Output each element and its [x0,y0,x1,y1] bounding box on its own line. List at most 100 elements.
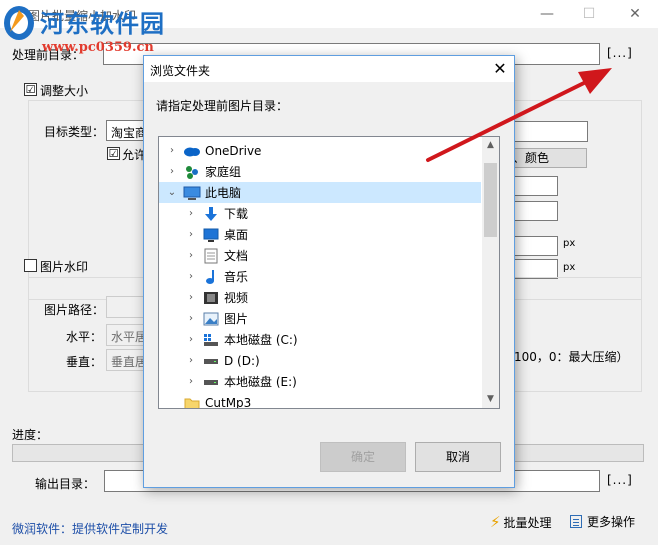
watermark-checkbox[interactable] [24,259,37,272]
compress-hint: 100，0：最大压缩） [514,350,629,364]
computer-icon [183,185,201,201]
chevron-right-icon[interactable]: › [184,376,198,387]
tree-item[interactable]: › 家庭组 [159,161,481,182]
more-button-label: 更多操作 [587,515,636,529]
tree-item-label: 图片 [224,312,249,326]
homegroup-icon [183,164,201,180]
tree-item[interactable]: ⌄ 此电脑 [159,182,481,203]
chevron-down-icon[interactable]: ⌄ [165,187,179,198]
vertical-select[interactable]: 垂直居 [106,349,146,371]
tree-item-label: 文档 [224,249,249,263]
target-type-select[interactable]: 淘宝商 [106,120,146,141]
source-browse-button[interactable]: [...] [607,46,633,60]
dialog-prompt: 请指定处理前图片目录： [156,99,289,113]
tree-item[interactable]: › 音乐 [159,266,481,287]
folder-tree[interactable]: › OneDrive › 家庭组 ⌄ 此电脑 › 下载 › 桌面 › 文档 › 音乐 › 视频 › 图片 › 本地磁盘… [158,136,500,409]
scrollbar-thumb[interactable] [484,163,497,237]
tree-item[interactable]: CutMp3 [159,392,481,409]
cloud-icon [183,143,201,159]
vertical-label: 垂直： [66,355,103,369]
batch-button[interactable]: ⚡ 批量处理 [490,513,552,531]
horizontal-select[interactable]: 水平居 [106,324,146,346]
chevron-right-icon[interactable]: › [165,145,179,156]
footer-link[interactable]: 微润软件：提供软件定制开发 [12,520,168,537]
scroll-down-icon[interactable]: ▼ [482,391,499,408]
image-path-label: 图片路径： [44,303,105,317]
picture-icon [202,311,220,327]
chevron-right-icon[interactable]: › [184,355,198,366]
dialog-close-button[interactable]: ✕ [488,58,512,80]
chevron-right-icon[interactable]: › [184,208,198,219]
lightning-icon: ⚡ [490,513,501,531]
tree-item[interactable]: › 桌面 [159,224,481,245]
drive-icon [202,353,220,369]
tree-item[interactable]: › 文档 [159,245,481,266]
chevron-right-icon[interactable]: › [184,292,198,303]
height-unit: px [563,262,576,273]
chevron-right-icon[interactable]: › [184,313,198,324]
document-icon [202,248,220,264]
cancel-button[interactable]: 取消 [415,442,501,472]
video-icon [202,290,220,306]
download-icon [202,206,220,222]
tree-item-label: 下载 [224,207,249,221]
folder-icon [183,395,201,408]
chevron-right-icon[interactable]: › [184,271,198,282]
tree-item-label: 本地磁盘 (E:) [224,375,297,389]
option-input-2[interactable] [510,201,558,221]
width-unit: px [563,238,576,249]
tree-item[interactable]: › OneDrive [159,140,481,161]
batch-button-label: 批量处理 [503,515,552,530]
tree-item-label: 桌面 [224,228,249,242]
chevron-right-icon[interactable]: › [184,250,198,261]
progress-label: 进度： [12,428,49,442]
dialog-title: 浏览文件夹 [150,64,211,78]
tree-item-label: D (D:) [224,353,260,368]
tree-item[interactable]: › D (D:) [159,350,481,371]
dialog-title-bar: 浏览文件夹 ✕ [144,56,514,82]
tree-item-label: 此电脑 [205,186,242,200]
list-icon [570,515,582,528]
minimize-button[interactable]: — [532,3,562,25]
target-type-label: 目标类型： [44,125,105,139]
tree-item-label: 音乐 [224,270,249,284]
tree-item-label: OneDrive [205,143,262,158]
image-path-input[interactable] [106,296,146,318]
height-input[interactable] [510,259,558,279]
chevron-right-icon[interactable]: › [184,229,198,240]
horizontal-label: 水平： [66,330,103,344]
desktop-icon [202,227,220,243]
tree-item-label: CutMp3 [205,395,252,409]
ok-button[interactable]: 确定 [320,442,406,472]
watermark-site-url: www.pc0359.cn [42,40,154,55]
watermark-checkbox-label: 图片水印 [40,260,89,274]
tree-item[interactable]: › 本地磁盘 (C:) [159,329,481,350]
browse-folder-dialog: 浏览文件夹 ✕ 请指定处理前图片目录： › OneDrive › 家庭组 ⌄ 此电脑 › 下载… [143,55,515,488]
tree-item[interactable]: › 本地磁盘 (E:) [159,371,481,392]
tree-item[interactable]: › 下载 [159,203,481,224]
option-input-1[interactable] [510,176,558,196]
resize-checkbox[interactable]: ☑ [24,83,37,96]
maximize-button[interactable]: ☐ [574,3,604,25]
allow-checkbox[interactable]: ☑ [107,147,120,160]
resize-checkbox-label: 调整大小 [40,84,89,98]
output-browse-button[interactable]: [...] [607,473,633,487]
tree-item-label: 家庭组 [205,165,242,179]
drive-icon [202,374,220,390]
tree-item-label: 视频 [224,291,249,305]
more-button[interactable]: 更多操作 [570,513,635,530]
tree-item[interactable]: › 视频 [159,287,481,308]
chevron-right-icon[interactable]: › [184,334,198,345]
target-size-input[interactable] [510,121,588,142]
color-button[interactable]: 、颜色 [510,148,587,168]
width-input[interactable] [510,236,558,256]
close-button[interactable]: ✕ [620,3,650,25]
tree-item[interactable]: › 图片 [159,308,481,329]
windows-drive-icon [202,332,220,348]
watermark-logo [2,2,36,42]
tree-item-label: 本地磁盘 (C:) [224,333,298,347]
scroll-up-icon[interactable]: ▲ [482,137,499,154]
tree-scrollbar[interactable]: ▲ ▼ [482,137,499,408]
chevron-right-icon[interactable]: › [165,166,179,177]
output-dir-label: 输出目录： [35,477,96,491]
